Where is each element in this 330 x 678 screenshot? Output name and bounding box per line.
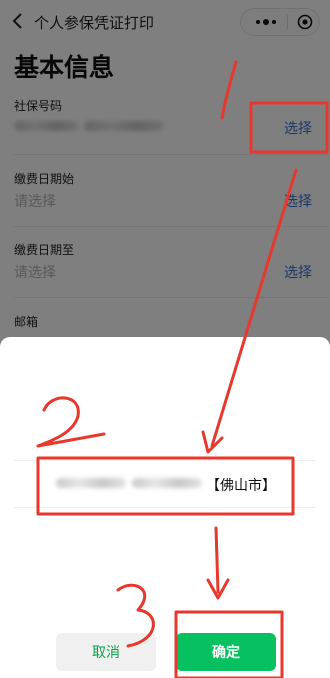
cancel-button[interactable]: 取消	[56, 633, 156, 671]
option-blurred-text	[132, 478, 202, 488]
option-city-label: 【佛山市】	[206, 478, 276, 494]
option-blurred-text	[56, 478, 126, 488]
confirm-button[interactable]: 确定	[176, 633, 276, 671]
